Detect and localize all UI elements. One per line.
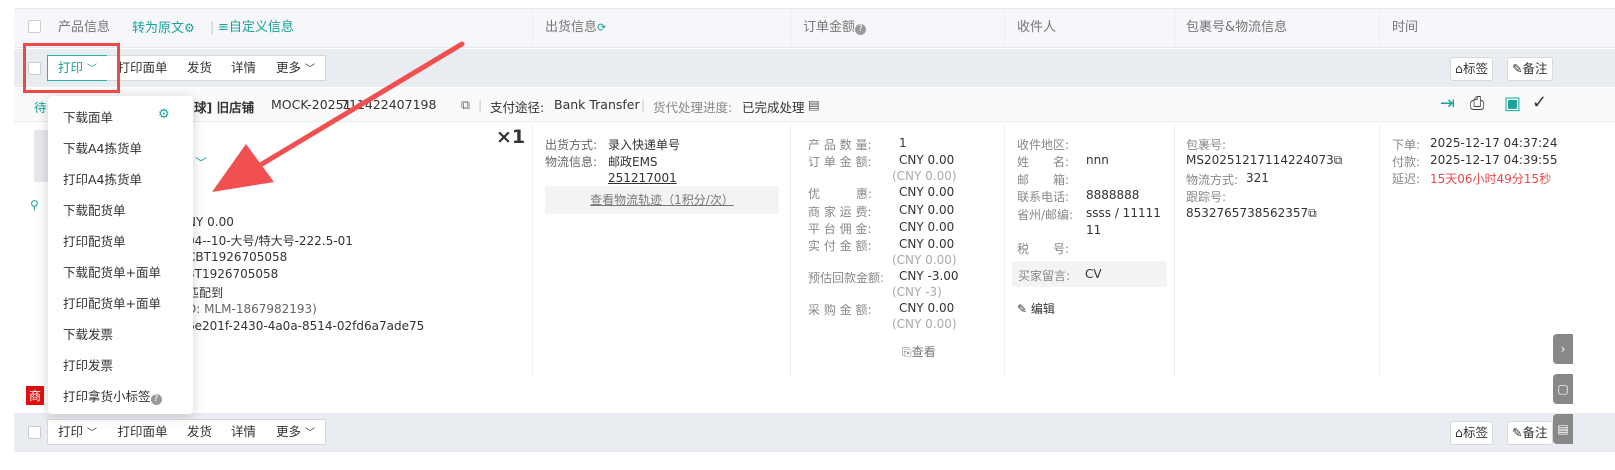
annotation-arrow [212,41,465,192]
